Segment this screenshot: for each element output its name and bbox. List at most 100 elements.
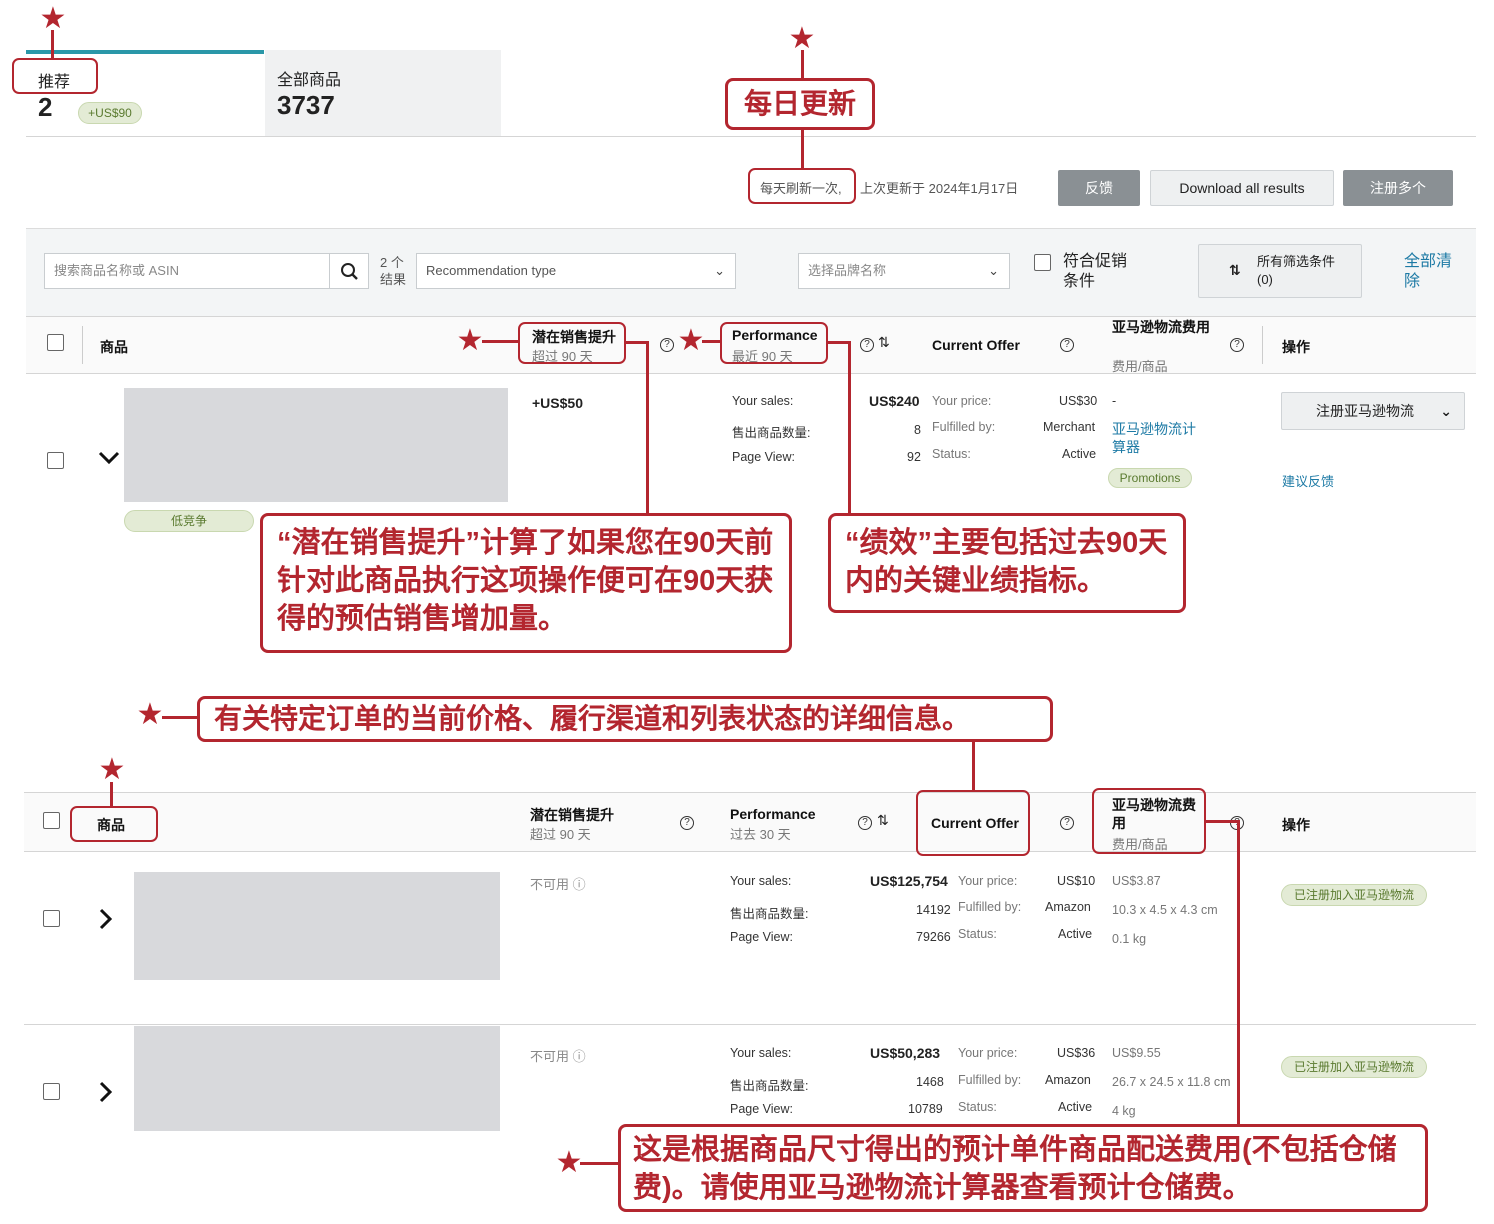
- connector-line: [482, 340, 520, 343]
- price-value: US$10: [1057, 874, 1096, 888]
- price-label: Your price:: [958, 874, 1018, 888]
- price-value: US$30: [1059, 394, 1098, 408]
- tab-underline: [26, 136, 1476, 137]
- tab-all-label: 全部商品: [277, 72, 342, 89]
- help-icon[interactable]: ?: [1230, 338, 1244, 352]
- uplift-value: 不可用 ⓘ: [530, 874, 586, 893]
- search-button[interactable]: [329, 253, 369, 289]
- promo-checkbox[interactable]: [1034, 254, 1051, 271]
- clear-all-link[interactable]: 全部清除: [1404, 252, 1460, 292]
- fba-calculator-link[interactable]: 亚马逊物流计算器: [1112, 420, 1208, 456]
- competition-badge: 低竞争: [124, 510, 254, 532]
- units-value: 8: [914, 423, 921, 437]
- highlight-box: [1092, 788, 1206, 854]
- fee-value: -: [1112, 394, 1117, 408]
- highlight-box: [748, 168, 856, 204]
- your-sales-label: Your sales:: [730, 1046, 792, 1060]
- help-icon[interactable]: ?: [660, 338, 674, 352]
- product-image-placeholder: [134, 1026, 500, 1131]
- your-sales-value: US$240: [869, 393, 920, 409]
- connector-line: [110, 782, 113, 806]
- sort-icon[interactable]: ⇅: [877, 812, 889, 829]
- suggest-feedback-link[interactable]: 建议反馈: [1282, 471, 1334, 490]
- help-icon[interactable]: ?: [858, 816, 872, 830]
- divider: [1262, 326, 1263, 364]
- help-icon[interactable]: ?: [680, 816, 694, 830]
- connector-line: [646, 341, 649, 513]
- fulfilled-value: Amazon: [1045, 900, 1091, 914]
- chevron-down-icon[interactable]: [96, 448, 122, 473]
- register-fba-dropdown[interactable]: 注册亚马逊物流 ⌄: [1281, 392, 1465, 430]
- select-all-checkbox[interactable]: [47, 334, 64, 351]
- chevron-right-icon[interactable]: [96, 1079, 116, 1110]
- uplift-value: +US$50: [532, 395, 583, 411]
- chevron-down-icon: ⌄: [988, 263, 999, 278]
- connector-line: [1206, 820, 1240, 823]
- promo-label: 符合促销条件: [1063, 253, 1128, 290]
- col-performance[interactable]: Performance: [730, 806, 816, 822]
- table-header-bottom: [24, 792, 1476, 852]
- register-many-button[interactable]: 注册多个: [1343, 170, 1453, 206]
- download-all-button[interactable]: Download all results: [1150, 170, 1334, 206]
- connector-line: [801, 50, 804, 78]
- row-checkbox[interactable]: [43, 910, 60, 927]
- result-count: 2 个结果: [380, 255, 407, 287]
- dimensions: 26.7 x 24.5 x 11.8 cm: [1112, 1075, 1231, 1089]
- last-updated: 上次更新于 2024年1月17日: [860, 181, 1019, 196]
- col-actions: 操作: [1282, 339, 1310, 355]
- fulfilled-value: Merchant: [1043, 420, 1096, 434]
- callout-potential-uplift: “潜在销售提升”计算了如果您在90天前针对此商品执行这项操作便可在90天获得的预…: [260, 513, 792, 653]
- status-value: Active: [1062, 447, 1097, 461]
- fulfilled-label: Fulfilled by:: [932, 420, 996, 434]
- page-view-value: 92: [907, 450, 921, 464]
- register-fba-label: 注册亚马逊物流: [1316, 403, 1414, 419]
- sort-icon[interactable]: ⇅: [878, 334, 890, 351]
- product-image-placeholder: [134, 872, 500, 980]
- tab-all-products[interactable]: 全部商品 3737: [265, 50, 501, 136]
- row-checkbox[interactable]: [47, 452, 64, 469]
- units-label: 售出商品数量:: [730, 907, 809, 921]
- help-icon[interactable]: ⓘ: [573, 877, 586, 892]
- fulfilled-value: Amazon: [1045, 1073, 1091, 1087]
- connector-line: [162, 716, 198, 719]
- row-checkbox[interactable]: [43, 1083, 60, 1100]
- all-filters-button[interactable]: ⇅ 所有筛选条件 (0): [1198, 244, 1362, 298]
- select-all-checkbox[interactable]: [43, 812, 60, 829]
- page-view-value: 10789: [908, 1102, 943, 1116]
- promotions-badge: Promotions: [1108, 468, 1192, 488]
- col-fba-fee-sub: 费用/商品: [1112, 359, 1168, 374]
- divider: [82, 326, 83, 364]
- units-label: 售出商品数量:: [730, 1079, 809, 1093]
- status-value: Active: [1058, 1100, 1093, 1114]
- help-icon[interactable]: ?: [860, 338, 874, 352]
- highlight-box: [916, 790, 1030, 856]
- connector-line: [580, 1162, 618, 1165]
- connector-line: [1237, 820, 1240, 1124]
- col-product: 商品: [100, 339, 128, 355]
- feedback-button[interactable]: 反馈: [1058, 170, 1140, 206]
- weight: 0.1 kg: [1112, 932, 1147, 946]
- help-icon[interactable]: ⓘ: [573, 1049, 586, 1064]
- chevron-down-icon: ⌄: [714, 263, 725, 278]
- price-label: Your price:: [932, 394, 992, 408]
- recommendation-type-select[interactable]: Recommendation type ⌄: [416, 253, 736, 289]
- col-current-offer: Current Offer: [932, 337, 1020, 353]
- chevron-down-icon: ⌄: [1440, 403, 1452, 419]
- col-fba-fee: 亚马逊物流费用: [1112, 319, 1210, 335]
- search-input[interactable]: 搜索商品名称或 ASIN: [44, 253, 330, 289]
- your-sales-value: US$50,283: [870, 1045, 941, 1061]
- uplift-badge: +US$90: [78, 102, 142, 124]
- status-label: Status:: [958, 927, 997, 941]
- brand-select[interactable]: 选择品牌名称 ⌄: [798, 253, 1010, 289]
- chevron-right-icon[interactable]: [96, 906, 116, 937]
- help-icon[interactable]: ?: [1060, 816, 1074, 830]
- units-label: 售出商品数量:: [732, 426, 811, 440]
- fulfilled-label: Fulfilled by:: [958, 900, 1022, 914]
- dimensions: 10.3 x 4.5 x 4.3 cm: [1112, 903, 1218, 917]
- weight: 4 kg: [1112, 1104, 1136, 1118]
- page-view-label: Page View:: [730, 930, 794, 944]
- help-icon[interactable]: ?: [1060, 338, 1074, 352]
- recommendation-type-value: Recommendation type: [426, 263, 557, 278]
- callout-fba-fee: 这是根据商品尺寸得出的预计单件商品配送费用(不包括仓储费)。请使用亚马逊物流计算…: [618, 1124, 1428, 1212]
- fee-value: US$9.55: [1112, 1046, 1161, 1060]
